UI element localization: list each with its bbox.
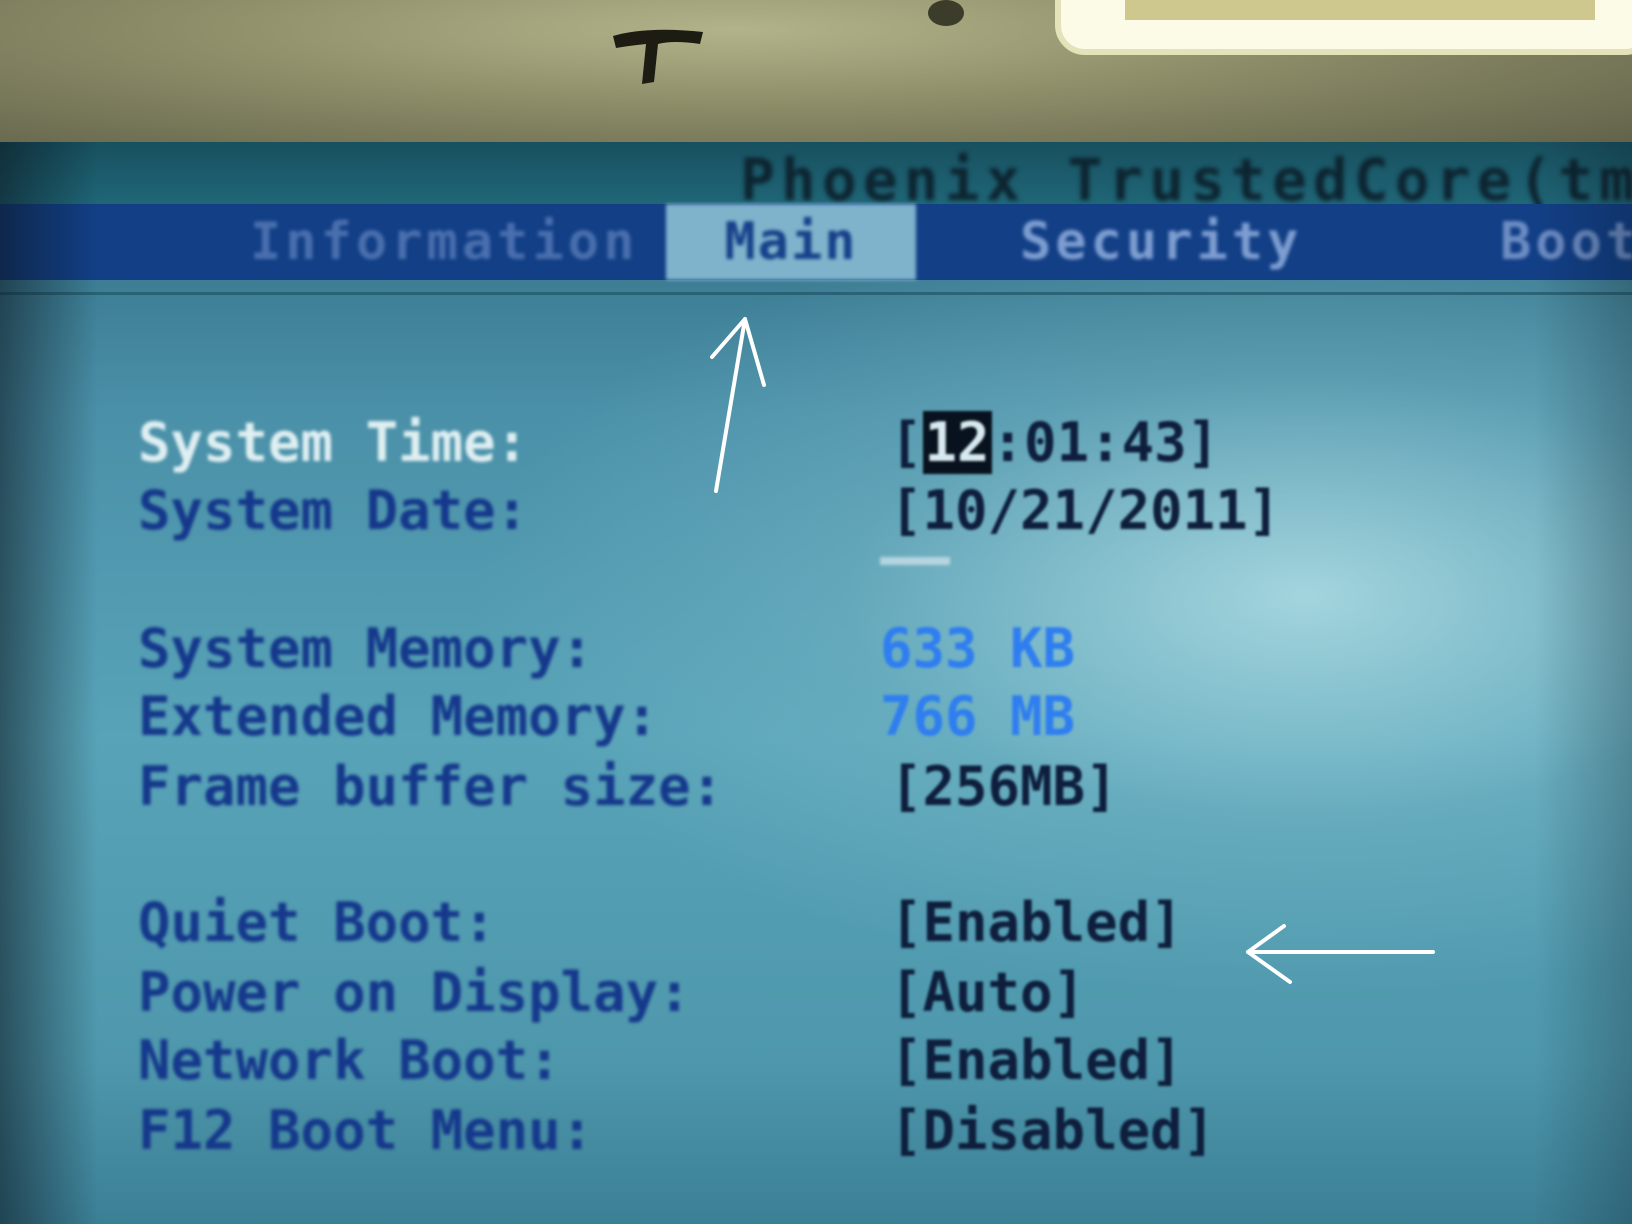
setting-label: System Memory:	[138, 617, 594, 680]
setting-label: Frame buffer size:	[138, 755, 724, 818]
system-time-value[interactable]: [12:01:43]	[890, 410, 1219, 476]
tab-main[interactable]: Main	[666, 204, 916, 280]
setting-label: F12 Boot Menu:	[138, 1099, 594, 1162]
arrow-left-icon	[1246, 924, 1435, 984]
setting-row-system-date[interactable]: System Date: [10/21/2011]	[0, 478, 1632, 544]
setting-label: Power on Display:	[138, 961, 691, 1024]
menu-divider	[0, 292, 1632, 295]
bezel-scratch-mark	[613, 29, 703, 84]
time-hour-field[interactable]: 12	[922, 411, 992, 474]
tab-boot[interactable]: Boot	[1500, 204, 1632, 280]
arrow-up-icon	[710, 317, 766, 493]
bios-menu-bar: Information Main Security Boot	[0, 204, 1632, 280]
date-cursor-underline	[880, 557, 950, 565]
setting-row-frame-buffer[interactable]: Frame buffer size: [256MB]	[0, 754, 1632, 820]
setting-label: System Time:	[138, 411, 529, 474]
f12-boot-menu-value[interactable]: [Disabled]	[890, 1098, 1215, 1164]
bios-title-bar: Phoenix TrustedCore(tm)	[0, 142, 1632, 214]
setting-row-f12-boot-menu[interactable]: F12 Boot Menu: [Disabled]	[0, 1098, 1632, 1164]
time-rest-field[interactable]: :01:43]	[992, 411, 1220, 474]
setting-row-extended-memory: Extended Memory: 766 MB	[0, 684, 1632, 750]
setting-row-system-memory: System Memory: 633 KB	[0, 616, 1632, 682]
tab-security[interactable]: Security	[1020, 204, 1390, 280]
bios-screen: Phoenix TrustedCore(tm) Information Main…	[0, 142, 1632, 1224]
network-boot-value[interactable]: [Enabled]	[890, 1028, 1183, 1094]
setting-label: Extended Memory:	[138, 685, 659, 748]
tab-information[interactable]: Information	[250, 204, 660, 280]
extended-memory-value: 766 MB	[880, 685, 1076, 748]
frame-buffer-value[interactable]: [256MB]	[890, 754, 1118, 820]
power-on-display-value[interactable]: [Auto]	[890, 960, 1085, 1026]
light-reflection-inner	[1125, 0, 1595, 20]
setting-row-network-boot[interactable]: Network Boot: [Enabled]	[0, 1028, 1632, 1094]
value-bracket: [	[890, 411, 923, 474]
setting-label: Quiet Boot:	[138, 891, 496, 954]
system-memory-value: 633 KB	[880, 617, 1076, 680]
setting-label: System Date:	[138, 479, 529, 542]
setting-row-system-time[interactable]: System Time: [12:01:43]	[0, 410, 1632, 476]
bezel-spot	[928, 0, 964, 26]
quiet-boot-value[interactable]: [Enabled]	[890, 890, 1183, 956]
photo-of-laptop-screen: Phoenix TrustedCore(tm) Information Main…	[0, 0, 1632, 1224]
system-date-value[interactable]: [10/21/2011]	[890, 478, 1280, 544]
setting-label: Network Boot:	[138, 1029, 561, 1092]
